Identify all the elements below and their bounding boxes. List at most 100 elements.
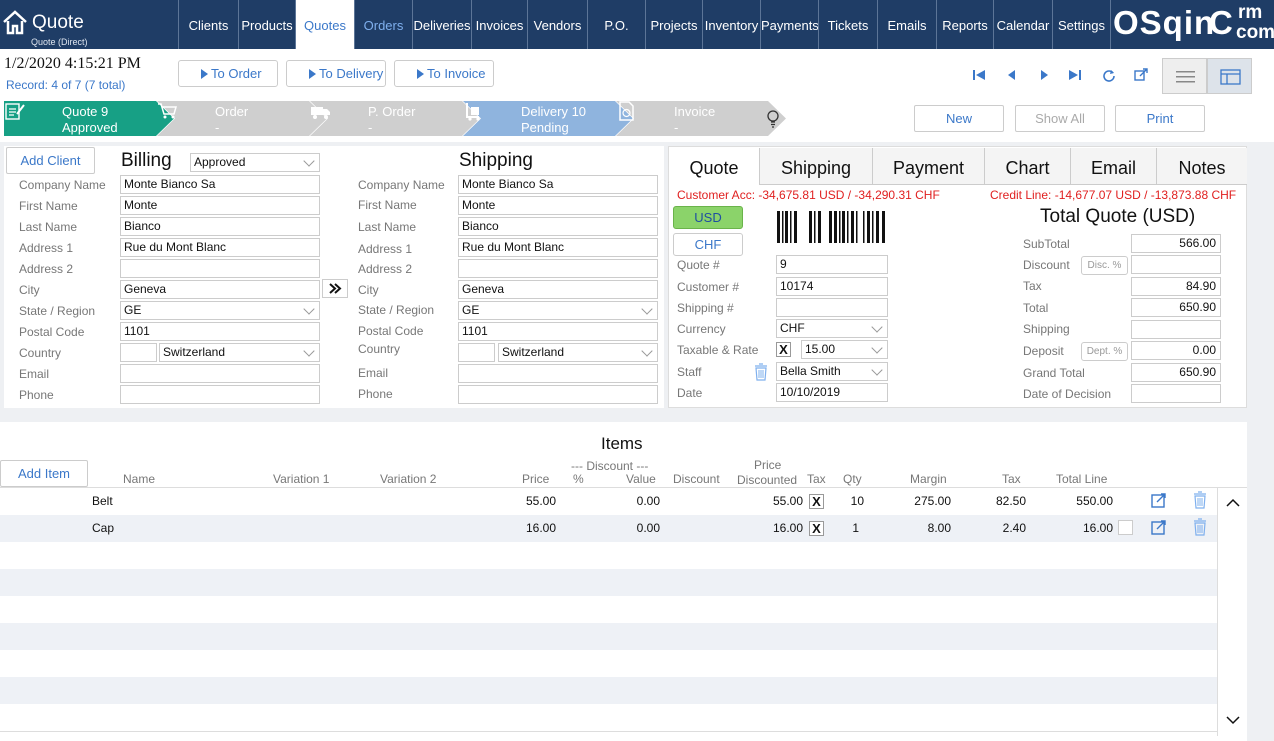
nav-vendors[interactable]: Vendors	[527, 0, 587, 49]
nav-orders[interactable]: Orders	[354, 0, 412, 49]
open-item-icon[interactable]	[1151, 519, 1167, 535]
tab-notes[interactable]: Notes	[1156, 148, 1247, 185]
add-item-button[interactable]: Add Item	[0, 460, 88, 487]
item-price[interactable]: 16.00	[500, 521, 556, 535]
nav-deliveries[interactable]: Deliveries	[412, 0, 471, 49]
tab-chart[interactable]: Chart	[984, 148, 1070, 185]
currency-chf-button[interactable]: CHF	[673, 233, 743, 256]
taxable-checkbox[interactable]: X	[776, 342, 791, 357]
billing-addr1-field[interactable]: Rue du Mont Blanc	[120, 238, 320, 257]
tab-payment[interactable]: Payment	[872, 148, 984, 185]
workflow-step-invoice[interactable]: Invoice -	[616, 101, 788, 136]
shipping-addr2-field[interactable]	[458, 259, 658, 278]
add-client-button[interactable]: Add Client	[6, 147, 95, 174]
nav-projects[interactable]: Projects	[645, 0, 702, 49]
show-all-button[interactable]: Show All	[1015, 105, 1105, 132]
workflow-step-order[interactable]: Order -	[157, 101, 327, 136]
shipping-first-field[interactable]: Monte	[458, 196, 658, 215]
tax-rate-select[interactable]: 15.00	[801, 340, 888, 359]
workflow-step-delivery[interactable]: Delivery 10 Pending	[463, 101, 633, 136]
item-price-discounted[interactable]: 16.00	[740, 521, 803, 535]
previous-record-icon[interactable]	[1005, 68, 1019, 82]
item-qty[interactable]: 10	[830, 494, 864, 508]
customer-number-field[interactable]: 10174	[776, 277, 888, 296]
item-qty[interactable]: 1	[830, 521, 859, 535]
billing-company-field[interactable]: Monte Bianco Sa	[120, 175, 320, 194]
deposit-field[interactable]: 0.00	[1131, 341, 1221, 360]
billing-state-select[interactable]: GE	[120, 301, 320, 320]
shipping-city-field[interactable]: Geneva	[458, 280, 658, 299]
to-invoice-button[interactable]: To Invoice	[394, 60, 494, 87]
shipping-country-select[interactable]: Switzerland	[498, 343, 658, 362]
tab-email[interactable]: Email	[1070, 148, 1156, 185]
shipping-addr1-field[interactable]: Rue du Mont Blanc	[458, 238, 658, 257]
billing-last-field[interactable]: Bianco	[120, 217, 320, 236]
shipping-country-code-field[interactable]	[458, 343, 495, 362]
nav-reports[interactable]: Reports	[936, 0, 993, 49]
nav-products[interactable]: Products	[238, 0, 295, 49]
to-delivery-button[interactable]: To Delivery	[286, 60, 386, 87]
home-icon[interactable]	[2, 9, 28, 35]
date-of-decision-field[interactable]	[1131, 384, 1221, 403]
last-record-icon[interactable]	[1068, 68, 1082, 82]
print-button[interactable]: Print	[1115, 105, 1205, 132]
item-name[interactable]: Cap	[92, 521, 114, 535]
billing-country-select[interactable]: Switzerland	[159, 343, 320, 362]
nav-settings[interactable]: Settings	[1052, 0, 1110, 49]
items-scrollbar[interactable]	[1217, 488, 1247, 736]
delete-item-icon[interactable]	[1192, 491, 1208, 509]
trash-icon[interactable]	[754, 363, 768, 381]
item-discount-value[interactable]: 0.00	[600, 521, 660, 535]
item-discount-value[interactable]: 0.00	[600, 494, 660, 508]
billing-postal-field[interactable]: 1101	[120, 322, 320, 341]
billing-city-field[interactable]: Geneva	[120, 280, 320, 299]
item-tax-checkbox[interactable]: X	[809, 521, 824, 536]
currency-select[interactable]: CHF	[776, 319, 888, 338]
billing-email-field[interactable]	[120, 364, 320, 383]
form-view-button[interactable]	[1207, 58, 1252, 94]
item-price-discounted[interactable]: 55.00	[740, 494, 803, 508]
scroll-up-icon[interactable]	[1226, 498, 1240, 508]
workflow-step-quote[interactable]: Quote 9 Approved	[4, 101, 174, 136]
tab-quote[interactable]: Quote	[669, 148, 759, 185]
nav-calendar[interactable]: Calendar	[993, 0, 1052, 49]
open-window-icon[interactable]	[1134, 68, 1148, 82]
quote-number-field[interactable]: 9	[776, 255, 888, 274]
nav-clients[interactable]: Clients	[178, 0, 238, 49]
item-tax-checkbox[interactable]: X	[809, 494, 824, 509]
shipping-email-field[interactable]	[458, 364, 658, 383]
item-select-checkbox[interactable]	[1118, 520, 1133, 535]
billing-country-code-field[interactable]	[120, 343, 157, 362]
open-item-icon[interactable]	[1151, 492, 1167, 508]
item-price[interactable]: 55.00	[500, 494, 556, 508]
item-name[interactable]: Belt	[92, 494, 113, 508]
billing-status-select[interactable]: Approved	[190, 153, 320, 172]
first-record-icon[interactable]	[972, 68, 986, 82]
shipping-number-field[interactable]	[776, 298, 888, 317]
nav-invoices[interactable]: Invoices	[471, 0, 527, 49]
billing-addr2-field[interactable]	[120, 259, 320, 278]
currency-usd-button[interactable]: USD	[673, 206, 743, 229]
lightbulb-icon[interactable]	[765, 109, 781, 129]
nav-payments[interactable]: Payments	[760, 0, 819, 49]
subtotal-field[interactable]: 566.00	[1131, 234, 1221, 253]
shipping-phone-field[interactable]	[458, 385, 658, 404]
workflow-step-purchase-order[interactable]: P. Order -	[310, 101, 480, 136]
nav-quotes[interactable]: Quotes	[295, 0, 354, 49]
shipping-cost-field[interactable]	[1131, 320, 1221, 339]
total-field[interactable]: 650.90	[1131, 298, 1221, 317]
deposit-percent-button[interactable]: Dept. %	[1081, 342, 1128, 361]
nav-inventory[interactable]: Inventory	[702, 0, 760, 49]
tax-total-field[interactable]: 84.90	[1131, 277, 1221, 296]
list-view-button[interactable]	[1162, 58, 1207, 94]
new-button[interactable]: New	[914, 105, 1004, 132]
billing-first-field[interactable]: Monte	[120, 196, 320, 215]
nav-tickets[interactable]: Tickets	[818, 0, 877, 49]
date-field[interactable]: 10/10/2019	[776, 383, 888, 402]
shipping-company-field[interactable]: Monte Bianco Sa	[458, 175, 658, 194]
staff-select[interactable]: Bella Smith	[776, 362, 888, 381]
refresh-icon[interactable]	[1102, 68, 1116, 82]
nav-emails[interactable]: Emails	[877, 0, 936, 49]
to-order-button[interactable]: To Order	[178, 60, 278, 87]
shipping-last-field[interactable]: Bianco	[458, 217, 658, 236]
